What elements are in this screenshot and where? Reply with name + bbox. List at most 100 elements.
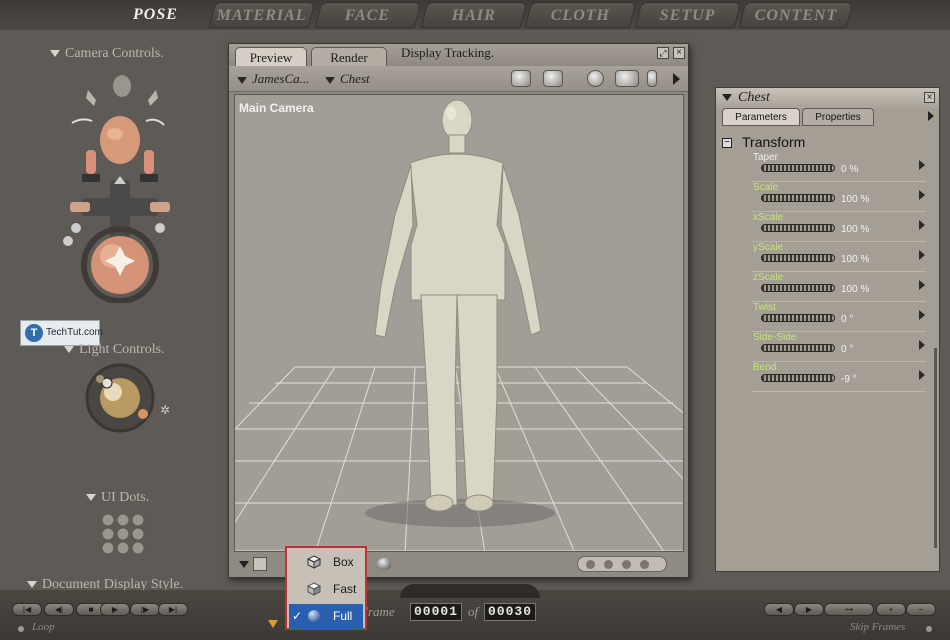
param-menu-arrow-icon[interactable]	[919, 220, 925, 230]
menu-item-fast[interactable]: Fast	[289, 577, 363, 602]
ui-dot[interactable]	[131, 541, 145, 555]
param-menu-arrow-icon[interactable]	[919, 190, 925, 200]
ui-dots-toggle[interactable]: UI Dots.	[86, 490, 149, 506]
param-menu-arrow-icon[interactable]	[919, 250, 925, 260]
close-icon[interactable]: ×	[673, 47, 685, 59]
next-key-button[interactable]: |▶	[130, 603, 160, 616]
close-icon[interactable]: ×	[924, 92, 935, 103]
param-value[interactable]: 100 %	[841, 254, 869, 265]
ui-dot[interactable]	[101, 541, 115, 555]
param-dial[interactable]	[761, 284, 835, 292]
tab-render[interactable]: Render	[311, 47, 387, 66]
rotate-right-icon[interactable]	[145, 118, 165, 126]
param-menu-arrow-icon[interactable]	[919, 370, 925, 380]
param-value[interactable]: 0 %	[841, 164, 858, 175]
light-controls-toggle[interactable]: Light Controls.	[64, 342, 165, 358]
camera-select[interactable]: JamesCa...	[237, 71, 309, 87]
prev-key-button[interactable]: ◀|	[44, 603, 74, 616]
tab-pose[interactable]: POSE	[112, 2, 198, 28]
full-style-ball-icon[interactable]	[377, 558, 391, 570]
light-handle-2[interactable]	[96, 375, 104, 383]
param-row-yscale[interactable]: yScale 100 %	[751, 242, 926, 272]
menu-item-box[interactable]: Box	[289, 550, 363, 575]
tab-material[interactable]: MATERIAL	[208, 2, 316, 28]
ui-dot[interactable]	[131, 527, 145, 541]
right-hand-small-icon[interactable]	[148, 90, 158, 106]
last-frame-button[interactable]: ▶|	[158, 603, 188, 616]
display-tracking-label[interactable]: Display Tracking.	[401, 45, 494, 61]
camera-controls-toggle[interactable]: Camera Controls.	[50, 46, 164, 62]
toolbar-more-arrow-icon[interactable]	[673, 73, 680, 85]
parameters-panel-header[interactable]: Chest ×	[716, 88, 939, 108]
scale-view-icon[interactable]	[647, 70, 657, 87]
figure-james[interactable]	[374, 99, 542, 512]
panel-menu-arrow-icon[interactable]	[928, 111, 934, 121]
param-row-scale[interactable]: Scale 100 %	[751, 182, 926, 212]
param-dial[interactable]	[761, 164, 835, 172]
pan-right-hand-icon[interactable]	[150, 202, 170, 212]
param-dial[interactable]	[761, 224, 835, 232]
rotate-left-icon[interactable]	[71, 118, 93, 124]
fly-around-icon[interactable]	[543, 70, 563, 87]
collapse-group-icon[interactable]: −	[722, 138, 732, 148]
light-controls-widget[interactable]: ✲	[80, 362, 175, 437]
param-menu-arrow-icon[interactable]	[919, 310, 925, 320]
tab-preview[interactable]: Preview	[235, 47, 307, 66]
param-row-twist[interactable]: Twist 0 °	[751, 302, 926, 332]
param-dial[interactable]	[761, 344, 835, 352]
ui-dot[interactable]	[116, 527, 130, 541]
camera-head-icon[interactable]	[100, 116, 140, 164]
keyframes-button[interactable]: ⊶	[824, 603, 874, 616]
element-select[interactable]: Chest	[325, 71, 370, 87]
param-value[interactable]: 0 °	[841, 344, 853, 355]
left-hand-icon[interactable]	[86, 150, 96, 174]
timeline-scrubber-icon[interactable]	[268, 620, 278, 628]
param-menu-arrow-icon[interactable]	[919, 160, 925, 170]
param-menu-arrow-icon[interactable]	[919, 280, 925, 290]
ui-dot[interactable]	[116, 541, 130, 555]
prev-frame-button[interactable]: ◀	[764, 603, 794, 616]
play-button[interactable]: ▶	[100, 603, 130, 616]
ui-dots-grid[interactable]	[100, 512, 150, 557]
ui-dot[interactable]	[116, 513, 130, 527]
param-dial[interactable]	[761, 254, 835, 262]
timeline-handle[interactable]	[400, 584, 540, 598]
move-cross-horizontal[interactable]	[82, 198, 158, 216]
tab-cloth[interactable]: CLOTH	[524, 2, 637, 28]
move-view-icon[interactable]	[615, 70, 639, 87]
param-row-taper[interactable]: Taper 0 %	[751, 152, 926, 182]
viewport-dots-control[interactable]	[577, 556, 667, 572]
tab-face[interactable]: FACE	[314, 2, 422, 28]
tab-hair[interactable]: HAIR	[420, 2, 528, 28]
dot-right-icon[interactable]	[155, 223, 165, 233]
skip-frames-toggle-icon[interactable]	[926, 626, 932, 632]
param-row-side-side[interactable]: Side-Side 0 °	[751, 332, 926, 362]
tab-setup[interactable]: SETUP	[634, 2, 742, 28]
dot-icon[interactable]	[604, 560, 613, 569]
pan-left-hand-icon[interactable]	[70, 202, 90, 212]
add-light-icon[interactable]: ✲	[160, 403, 170, 417]
small-head-icon[interactable]	[113, 75, 131, 97]
next-frame-button[interactable]: ▶	[794, 603, 824, 616]
param-value[interactable]: -9 °	[841, 374, 857, 385]
left-hand-small-icon[interactable]	[86, 90, 96, 106]
camera-controls-widget[interactable]	[60, 68, 185, 303]
3d-viewport[interactable]: Main Camera	[234, 94, 684, 552]
first-frame-button[interactable]: |◀	[12, 603, 42, 616]
param-value[interactable]: 100 %	[841, 224, 869, 235]
tab-content[interactable]: CONTENT	[738, 2, 854, 28]
param-dial[interactable]	[761, 314, 835, 322]
display-style-dropdown-icon[interactable]	[239, 561, 249, 568]
maximize-icon[interactable]: ⤢	[657, 47, 669, 59]
param-row-xscale[interactable]: xScale 100 %	[751, 212, 926, 242]
rotate-view-icon[interactable]	[587, 70, 604, 87]
ui-dot[interactable]	[101, 527, 115, 541]
total-frames-field[interactable]: 00030	[484, 603, 536, 621]
dot-icon[interactable]	[640, 560, 649, 569]
ui-dot[interactable]	[101, 513, 115, 527]
tab-parameters[interactable]: Parameters	[722, 108, 800, 126]
loop-toggle-icon[interactable]	[18, 626, 24, 632]
box-style-icon[interactable]	[253, 557, 267, 571]
parameters-scrollbar[interactable]	[934, 348, 937, 548]
dot-left-2-icon[interactable]	[71, 223, 81, 233]
